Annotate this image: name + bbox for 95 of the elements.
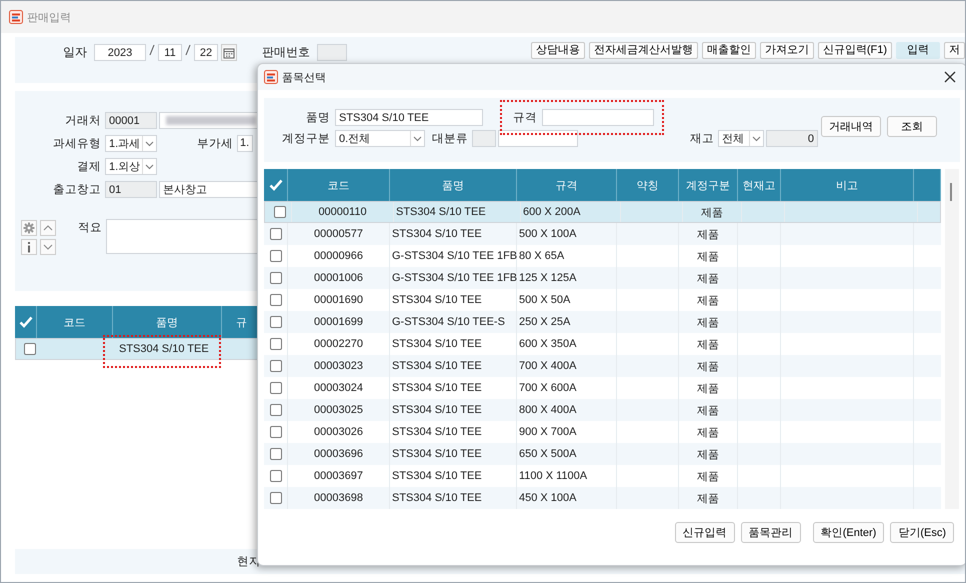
checkbox[interactable] — [270, 382, 282, 394]
checkbox[interactable] — [270, 228, 282, 240]
dialog-button[interactable]: 확인(Enter) — [812, 522, 884, 543]
warehouse-label: 출고창고 — [52, 182, 102, 196]
day-field[interactable]: 22 — [194, 44, 218, 61]
checkbox[interactable] — [270, 272, 282, 284]
dropdown-caret-icon[interactable] — [749, 130, 763, 146]
table-cell: STS304 S/10 TEE — [394, 202, 521, 222]
item-name-field[interactable]: STS304 S/10 TEE — [335, 108, 483, 126]
calendar-icon — [223, 46, 235, 58]
table-row[interactable]: 00003025 STS304 S/10 TEE 800 X 400A 제품 — [264, 399, 941, 421]
dropdown-caret-icon[interactable] — [142, 136, 156, 150]
table-cell: 00000110 — [292, 202, 394, 222]
dialog-button[interactable]: 품목관리 — [740, 522, 801, 543]
account-select[interactable]: 0.전체 — [335, 130, 425, 146]
gear-icon — [23, 222, 35, 234]
item-name-label: 품명 — [305, 110, 331, 124]
calendar-button[interactable] — [221, 44, 237, 61]
toolbar-button[interactable]: 전자세금계산서발행 — [588, 42, 698, 59]
checkbox[interactable] — [24, 343, 36, 355]
slash-icon — [185, 44, 191, 56]
stock-label: 재고 — [690, 132, 714, 146]
scrollbar[interactable] — [945, 169, 959, 509]
month-field[interactable]: 11 — [158, 44, 182, 61]
move-down-button[interactable] — [40, 239, 56, 255]
tax-type-select[interactable]: 1.과세 — [105, 134, 157, 152]
checkbox[interactable] — [270, 448, 282, 460]
toolbar-button[interactable]: 매출할인 — [702, 42, 756, 59]
search-button[interactable]: 조회 — [887, 116, 937, 136]
checkbox[interactable] — [270, 492, 282, 504]
move-up-button[interactable] — [40, 220, 56, 236]
table-cell: STS304 S/10 TEE — [119, 343, 209, 355]
category-label: 대분류 — [432, 132, 468, 146]
table-cell: 450 X 100A — [517, 487, 617, 509]
spec-label: 규격 — [513, 110, 537, 124]
table-row[interactable]: 00003698 STS304 S/10 TEE 450 X 100A 제품 — [264, 487, 941, 509]
checkbox[interactable] — [270, 338, 282, 350]
checkbox[interactable] — [270, 316, 282, 328]
checkbox[interactable] — [270, 294, 282, 306]
table-row[interactable]: 00000110 STS304 S/10 TEE 600 X 200A 제품 — [264, 201, 941, 223]
year-field[interactable]: 2023 — [94, 44, 146, 61]
checkbox[interactable] — [270, 404, 282, 416]
checkbox[interactable] — [270, 470, 282, 482]
toolbar-button[interactable]: 입력 — [896, 42, 940, 59]
table-row[interactable]: 00001006 G-STS304 S/10 TEE 1FB 125 X 125A 제품 — [264, 267, 941, 289]
stock-select[interactable]: 전체 — [718, 130, 764, 146]
sale-number-field[interactable] — [317, 44, 347, 61]
search-button[interactable]: 거래내역 — [821, 116, 881, 136]
close-icon[interactable] — [944, 71, 956, 83]
app-logo-icon — [264, 70, 278, 84]
date-label: 일자 — [63, 44, 87, 61]
table-row[interactable]: 00003696 STS304 S/10 TEE 650 X 500A 제품 — [264, 443, 941, 465]
dropdown-caret-icon[interactable] — [410, 130, 424, 146]
payment-select[interactable]: 1.외상 — [105, 158, 157, 174]
table-row[interactable]: 00000577 STS304 S/10 TEE 500 X 100A 제품 — [264, 223, 941, 245]
payment-label: 결제 — [76, 160, 102, 174]
account-label: 계정구분 — [281, 132, 331, 146]
tax-type-label: 과세유형 — [52, 136, 102, 150]
checkbox[interactable] — [270, 360, 282, 372]
spec-field[interactable] — [542, 108, 654, 126]
table-cell: STS304 S/10 TEE — [390, 487, 517, 509]
dialog-button[interactable]: 신규입력 — [674, 522, 735, 543]
category-name-field[interactable] — [498, 130, 578, 146]
table-cell: 600 X 200A — [521, 202, 621, 222]
customer-code-field[interactable]: 00001 — [105, 112, 157, 128]
sale-number-label: 판매번호 — [262, 44, 310, 61]
vat-select[interactable]: 1. — [237, 134, 253, 152]
vat-label: 부가세 — [197, 136, 233, 150]
check-all-icon[interactable] — [18, 316, 32, 328]
toolbar-button[interactable]: 저 — [944, 42, 965, 59]
table-cell: 00003698 — [288, 487, 390, 509]
table-cell: 제품 — [683, 202, 742, 222]
customer-label: 거래처 — [64, 114, 102, 128]
checkbox[interactable] — [270, 250, 282, 262]
dialog-button[interactable]: 닫기(Esc) — [890, 522, 954, 543]
dialog-title: 품목선택 — [282, 70, 326, 84]
dropdown-caret-icon[interactable] — [142, 158, 156, 174]
checkbox[interactable] — [274, 206, 286, 218]
settings-button[interactable] — [21, 220, 37, 236]
table-row[interactable]: 00003023 STS304 S/10 TEE 700 X 400A 제품 — [264, 355, 941, 377]
table-row[interactable]: 00001699 G-STS304 S/10 TEE-S 250 X 25A 제품 — [264, 311, 941, 333]
app-logo-icon — [9, 10, 23, 24]
checkbox[interactable] — [270, 426, 282, 438]
table-cell: 제품 — [679, 487, 738, 509]
memo-label: 적요 — [78, 221, 102, 235]
check-all-icon[interactable] — [268, 179, 282, 191]
slash-icon — [149, 44, 155, 56]
toolbar-button[interactable]: 신규입력(F1) — [818, 42, 892, 59]
warehouse-code-field[interactable]: 01 — [105, 180, 157, 198]
toolbar-button[interactable]: 가져오기 — [760, 42, 814, 59]
category-code-field[interactable] — [472, 130, 496, 146]
window-title: 판매입력 — [27, 10, 71, 24]
stock-count-field: 0 — [766, 130, 818, 146]
toolbar-button[interactable]: 상담내용 — [530, 42, 585, 59]
info-button[interactable] — [21, 239, 37, 255]
